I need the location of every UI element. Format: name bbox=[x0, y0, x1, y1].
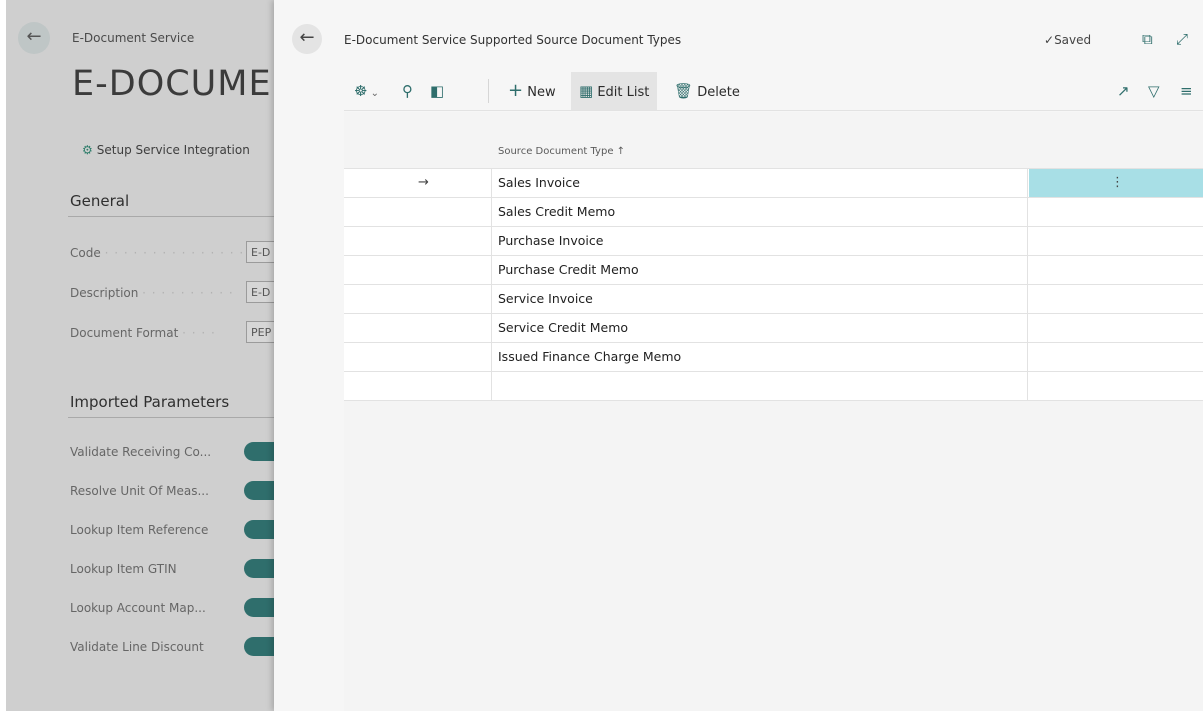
background-page: ← E-Document Service E-DOCUME ⚙ Setup Ser… bbox=[6, 0, 274, 711]
filter-icon: ▽ bbox=[1148, 82, 1160, 100]
source-document-type-cell[interactable] bbox=[492, 372, 1028, 400]
row-selector[interactable] bbox=[344, 343, 492, 371]
table-row[interactable]: Service Credit Memo bbox=[344, 314, 1203, 343]
supported-source-document-types-dialog: ← E-Document Service Supported Source Do… bbox=[274, 0, 1203, 711]
table-row-new[interactable] bbox=[344, 372, 1203, 401]
source-document-type-cell[interactable]: Purchase Credit Memo bbox=[492, 256, 1028, 284]
chevron-down-icon: ⌄ bbox=[367, 88, 380, 99]
share-button[interactable]: ↗ bbox=[1117, 80, 1130, 102]
toggle-label: Validate Line Discount bbox=[70, 640, 204, 654]
row-selector[interactable] bbox=[344, 314, 492, 342]
page-caption: E-Document Service bbox=[72, 31, 195, 45]
field-label-document-format: Document Format · · · · bbox=[70, 326, 216, 340]
toggle-switch[interactable] bbox=[244, 559, 274, 578]
row-selector[interactable] bbox=[344, 372, 492, 400]
plus-icon: + bbox=[508, 80, 524, 101]
new-button[interactable]: + New bbox=[508, 80, 556, 102]
section-imported-parameters[interactable]: Imported Parameters bbox=[70, 393, 229, 411]
open-new-window-icon[interactable]: ⧉ bbox=[1142, 30, 1153, 48]
source-document-type-cell[interactable]: Service Invoice bbox=[492, 285, 1028, 313]
toggle-label: Resolve Unit Of Meas... bbox=[70, 484, 209, 498]
trash-icon: 🗑 bbox=[674, 82, 694, 100]
list-icon: ≡ bbox=[1180, 82, 1193, 100]
layout-button[interactable]: ◧ bbox=[430, 80, 444, 102]
toggle-switch[interactable] bbox=[244, 481, 274, 500]
view-options-button[interactable]: ☸ ⌄ bbox=[354, 80, 379, 102]
row-selector[interactable] bbox=[344, 198, 492, 226]
source-document-type-cell[interactable]: Sales Credit Memo bbox=[492, 198, 1028, 226]
source-document-type-cell[interactable]: Issued Finance Charge Memo bbox=[492, 343, 1028, 371]
table-row[interactable]: → Sales Invoice ⋮ bbox=[344, 169, 1203, 198]
row-selector[interactable] bbox=[344, 285, 492, 313]
document-format-field[interactable]: PEP bbox=[246, 321, 274, 343]
search-icon: ⚲ bbox=[402, 82, 413, 100]
edit-list-button[interactable]: ▦ Edit List bbox=[571, 72, 658, 110]
filter-button[interactable]: ▽ bbox=[1148, 80, 1160, 102]
table-row[interactable]: Sales Credit Memo bbox=[344, 198, 1203, 227]
delete-button[interactable]: 🗑 Delete bbox=[674, 80, 740, 102]
list-view-button[interactable]: ≡ bbox=[1180, 80, 1193, 102]
row-actions-cell bbox=[1029, 372, 1203, 400]
row-actions-cell bbox=[1029, 285, 1203, 313]
share-icon: ↗ bbox=[1117, 82, 1130, 100]
source-document-type-cell[interactable]: Sales Invoice bbox=[492, 169, 1028, 197]
row-selector[interactable]: → bbox=[344, 169, 492, 197]
table-row[interactable]: Issued Finance Charge Memo bbox=[344, 343, 1203, 372]
edit-list-icon: ▦ bbox=[579, 82, 594, 100]
setup-service-integration-action[interactable]: ⚙ Setup Service Integration bbox=[82, 143, 250, 157]
search-button[interactable]: ⚲ bbox=[402, 80, 413, 102]
row-selector[interactable] bbox=[344, 256, 492, 284]
row-actions-cell bbox=[1029, 256, 1203, 284]
table-row[interactable]: Service Invoice bbox=[344, 285, 1203, 314]
source-document-type-cell[interactable]: Service Credit Memo bbox=[492, 314, 1028, 342]
source-document-type-cell[interactable]: Purchase Invoice bbox=[492, 227, 1028, 255]
field-label-description: Description · · · · · · · · · · bbox=[70, 286, 234, 300]
current-row-arrow-icon: → bbox=[418, 175, 429, 190]
view-options-icon: ☸ bbox=[354, 82, 368, 100]
code-field[interactable]: E-D bbox=[246, 241, 274, 263]
section-general[interactable]: General bbox=[70, 192, 129, 210]
column-header-source-document-type[interactable]: Source Document Type ↑ bbox=[498, 146, 625, 157]
divider bbox=[68, 216, 274, 217]
table-row[interactable]: Purchase Invoice bbox=[344, 227, 1203, 256]
list-content: Source Document Type ↑ → Sales Invoice ⋮… bbox=[344, 112, 1203, 711]
back-arrow-icon[interactable]: ← bbox=[18, 22, 50, 54]
more-options-icon[interactable]: ⋮ bbox=[1111, 169, 1124, 197]
toggle-switch[interactable] bbox=[244, 598, 274, 617]
source-document-type-list: → Sales Invoice ⋮ Sales Credit Memo Purc… bbox=[344, 168, 1203, 401]
row-actions-cell bbox=[1029, 314, 1203, 342]
description-field[interactable]: E-D bbox=[246, 281, 274, 303]
row-actions-cell[interactable]: ⋮ bbox=[1029, 169, 1203, 197]
action-label: Setup Service Integration bbox=[96, 143, 250, 157]
toggle-switch[interactable] bbox=[244, 520, 274, 539]
dialog-title: E-Document Service Supported Source Docu… bbox=[344, 33, 682, 47]
toolbar-separator bbox=[488, 79, 489, 103]
action-bar: ☸ ⌄ ⚲ ◧ + New ▦ Edit List 🗑 Delete ↗ ▽ ≡ bbox=[344, 72, 1203, 111]
toggle-switch[interactable] bbox=[244, 442, 274, 461]
checkmark-icon: ✓ bbox=[1044, 33, 1055, 47]
toggle-switch[interactable] bbox=[244, 637, 274, 656]
table-row[interactable]: Purchase Credit Memo bbox=[344, 256, 1203, 285]
page-title: E-DOCUME bbox=[72, 64, 272, 104]
toggle-label: Lookup Account Map... bbox=[70, 601, 206, 615]
saved-status: ✓Saved bbox=[1044, 33, 1092, 47]
row-actions-cell bbox=[1029, 227, 1203, 255]
sort-ascending-icon: ↑ bbox=[616, 146, 626, 157]
toggle-label: Lookup Item Reference bbox=[70, 523, 209, 537]
back-arrow-icon[interactable]: ← bbox=[292, 24, 322, 54]
field-label-code: Code · · · · · · · · · · · · · · · bbox=[70, 246, 245, 260]
divider bbox=[68, 417, 274, 418]
row-actions-cell bbox=[1029, 343, 1203, 371]
layout-icon: ◧ bbox=[430, 82, 445, 100]
toggle-label: Validate Receiving Co... bbox=[70, 445, 212, 459]
gear-icon: ⚙ bbox=[82, 143, 93, 157]
toggle-label: Lookup Item GTIN bbox=[70, 562, 177, 576]
expand-icon[interactable]: ⤢ bbox=[1176, 30, 1188, 48]
row-actions-cell bbox=[1029, 198, 1203, 226]
row-selector[interactable] bbox=[344, 227, 492, 255]
